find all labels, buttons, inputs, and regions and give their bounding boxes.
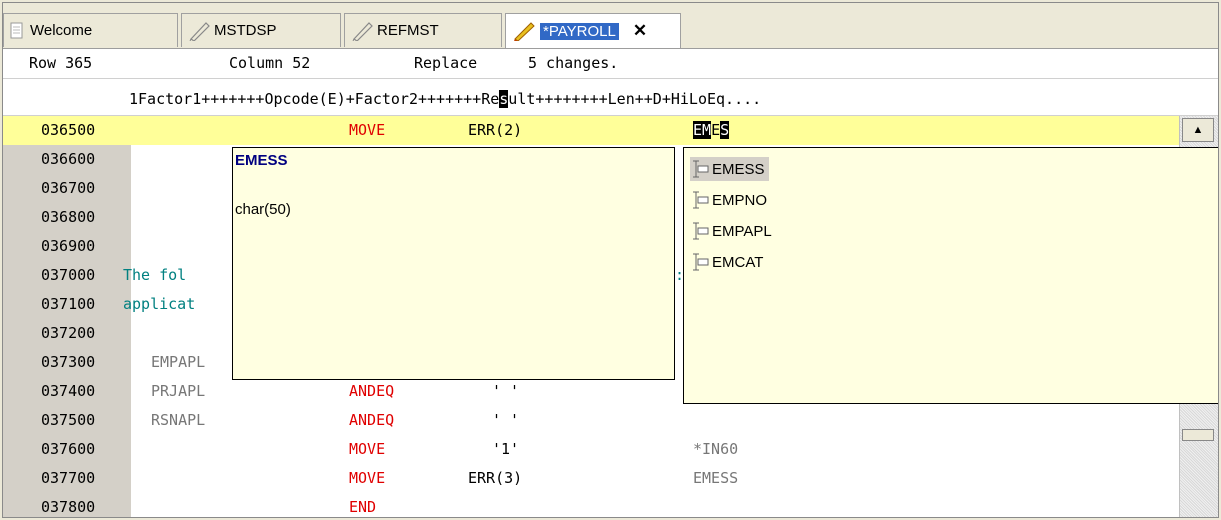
row-indicator: Row 365 <box>29 54 93 72</box>
factor2: ERR(2) <box>468 121 523 139</box>
code-line[interactable]: 037600 MOVE '1' *IN60 <box>3 435 1183 464</box>
factor2: '1' <box>492 440 520 458</box>
assist-item-label: EMCAT <box>712 253 764 271</box>
line-number: 037700 <box>41 469 96 487</box>
assist-item-label: EMPNO <box>712 191 768 209</box>
assist-item-emess[interactable]: EMESS <box>690 157 769 181</box>
code-line[interactable]: 037800 END <box>3 493 1183 517</box>
factor2: ERR(3) <box>468 469 523 487</box>
code-line[interactable]: 037700 MOVE ERR(3) EMESS <box>3 464 1183 493</box>
status-line: Row 365 Column 52 Replace 5 changes. <box>3 49 1218 79</box>
pencil-icon <box>352 21 373 41</box>
line-number: 036500 <box>41 121 96 139</box>
field-icon <box>693 160 709 178</box>
mode-indicator: Replace <box>414 54 478 72</box>
factor2: ' ' <box>492 382 520 400</box>
line-number: 037500 <box>41 411 96 429</box>
field-icon <box>693 253 709 271</box>
result-text: E <box>711 121 721 139</box>
pencil-icon <box>514 22 535 41</box>
code-line-current[interactable]: 036500 MOVE ERR(2) EMES <box>3 116 1183 145</box>
factor1: EMPAPL <box>151 353 206 371</box>
changes-indicator: 5 changes. <box>528 54 619 72</box>
close-icon[interactable]: ✕ <box>633 21 647 41</box>
assist-item-empno[interactable]: EMPNO <box>690 188 771 212</box>
tab-label: Welcome <box>30 22 93 39</box>
scroll-up-button[interactable]: ▲ <box>1182 118 1214 142</box>
factor2: ' ' <box>492 411 520 429</box>
opcode: MOVE <box>349 469 386 487</box>
format-ruler: 1Factor1+++++++Opcode(E)+Factor2+++++++R… <box>3 79 1218 116</box>
opcode: MOVE <box>349 440 386 458</box>
line-number: 037000 <box>41 266 96 284</box>
result-field: *IN60 <box>693 440 739 458</box>
line-number: 036800 <box>41 208 96 226</box>
column-indicator: Column 52 <box>229 54 311 72</box>
factor1: RSNAPL <box>151 411 206 429</box>
line-number: 037800 <box>41 498 96 516</box>
opcode: ANDEQ <box>349 382 395 400</box>
comment-text: The fol <box>123 266 187 284</box>
hover-info-popup: EMESS char(50) <box>232 147 675 380</box>
line-number: 036700 <box>41 179 96 197</box>
editor-frame: Welcome MSTDSP REFMST *PAYROLL ✕ Row 365… <box>2 2 1219 518</box>
assist-item-label: EMESS <box>712 160 765 178</box>
result-text: S <box>720 121 730 139</box>
info-detail: char(50) <box>235 201 291 218</box>
opcode: MOVE <box>349 121 386 139</box>
ruler-text: 1Factor1+++++++Opcode(E)+Factor2+++++++R… <box>129 90 500 108</box>
line-number: 037200 <box>41 324 96 342</box>
assist-item-label: EMPAPL <box>712 222 772 240</box>
result-field[interactable]: EMES <box>693 121 730 139</box>
field-icon <box>693 222 709 240</box>
tab-label: MSTDSP <box>214 22 277 39</box>
tab-label: *PAYROLL <box>540 22 619 40</box>
line-number: 037300 <box>41 353 96 371</box>
tab-welcome[interactable]: Welcome <box>3 13 178 47</box>
welcome-icon <box>10 22 23 38</box>
pencil-icon <box>189 21 210 41</box>
tab-mstdsp[interactable]: MSTDSP <box>181 13 341 47</box>
comment-text: applicat <box>123 295 196 313</box>
ruler-text: ult++++++++Len++D+HiLoEq.... <box>508 90 762 108</box>
content-assist-popup[interactable]: EMESS EMPNO EMPAPL EMCAT <box>683 147 1218 404</box>
info-title: EMESS <box>235 152 288 169</box>
tab-payroll[interactable]: *PAYROLL ✕ <box>505 13 681 48</box>
line-number: 036600 <box>41 150 96 168</box>
scroll-thumb[interactable] <box>1182 429 1214 441</box>
tab-label: REFMST <box>377 22 439 39</box>
code-line[interactable]: 037500 RSNAPL ANDEQ ' ' <box>3 406 1183 435</box>
line-number: 037600 <box>41 440 96 458</box>
field-icon <box>693 191 709 209</box>
opcode: ANDEQ <box>349 411 395 429</box>
ruler-cursor: s <box>499 90 509 108</box>
result-text: EM <box>693 121 712 139</box>
tab-refmst[interactable]: REFMST <box>344 13 502 47</box>
assist-item-emcat[interactable]: EMCAT <box>690 250 767 274</box>
factor1: PRJAPL <box>151 382 206 400</box>
line-number: 036900 <box>41 237 96 255</box>
opcode: END <box>349 498 377 516</box>
line-number: 037400 <box>41 382 96 400</box>
result-field: EMESS <box>693 469 739 487</box>
line-number: 037100 <box>41 295 96 313</box>
tab-bar: Welcome MSTDSP REFMST *PAYROLL ✕ <box>3 3 1218 49</box>
assist-item-empapl[interactable]: EMPAPL <box>690 219 776 243</box>
